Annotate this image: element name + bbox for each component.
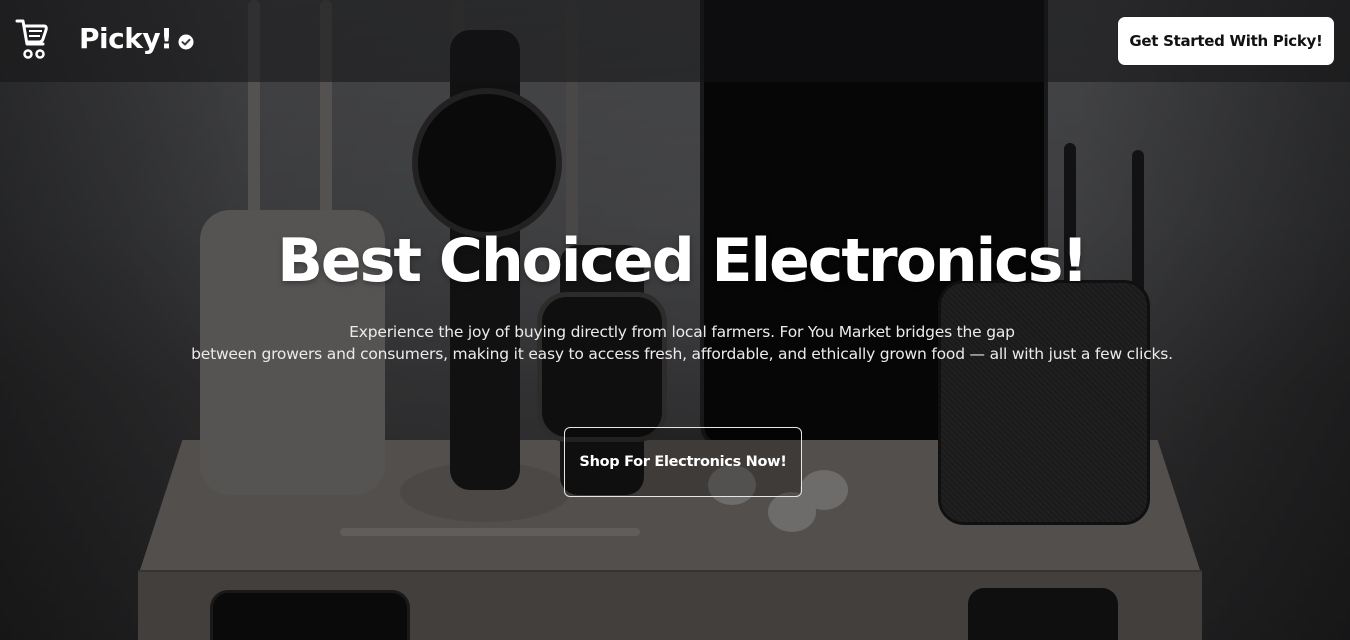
hero-description-line-2: between growers and consumers, making it… bbox=[191, 345, 1173, 363]
brand[interactable]: Picky! bbox=[79, 22, 194, 55]
shop-electronics-button[interactable]: Shop For Electronics Now! bbox=[564, 427, 802, 497]
page-title: Best Choiced Electronics! bbox=[277, 226, 1089, 296]
brand-name: Picky! bbox=[79, 22, 173, 55]
hero-description-line-1: Experience the joy of buying directly fr… bbox=[349, 323, 1015, 341]
navbar: Picky! Get Started With Picky! bbox=[0, 0, 1350, 82]
hero-dark-overlay bbox=[0, 0, 1350, 640]
shopping-cart-icon[interactable] bbox=[14, 18, 48, 62]
get-started-button[interactable]: Get Started With Picky! bbox=[1117, 16, 1335, 66]
hero-description: Experience the joy of buying directly fr… bbox=[0, 321, 1350, 365]
check-badge-icon bbox=[178, 34, 194, 49]
hero-background bbox=[0, 0, 1350, 640]
